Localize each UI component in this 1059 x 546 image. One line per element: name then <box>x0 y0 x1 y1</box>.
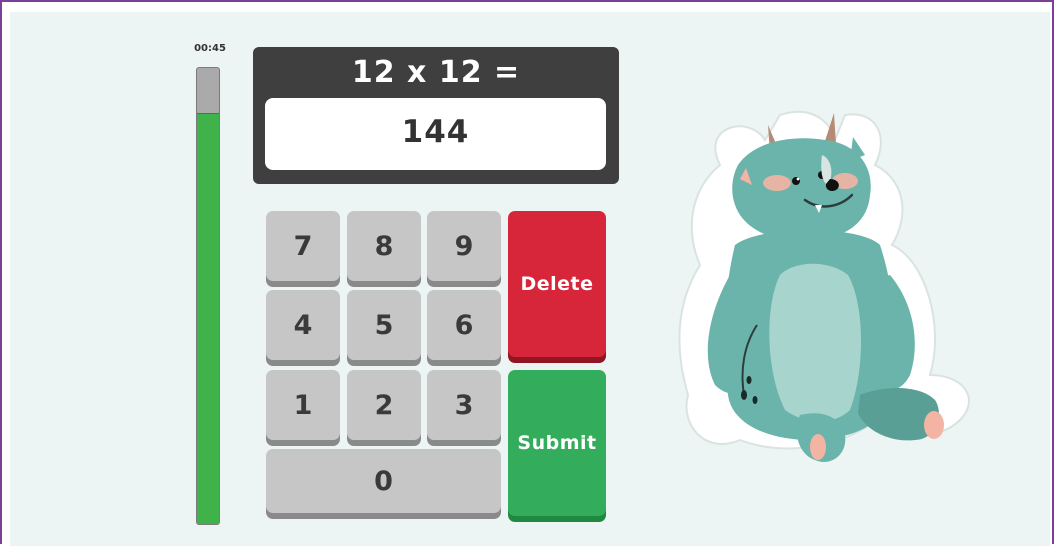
key-9[interactable]: 9 <box>427 211 501 281</box>
key-0[interactable]: 0 <box>266 449 501 513</box>
key-5[interactable]: 5 <box>347 290 421 360</box>
key-2[interactable]: 2 <box>347 370 421 440</box>
question-panel: 12 x 12 = 144 <box>253 47 619 184</box>
key-3[interactable]: 3 <box>427 370 501 440</box>
key-1[interactable]: 1 <box>266 370 340 440</box>
timer-bar-fill <box>197 112 219 524</box>
timer-label: 00:45 <box>194 43 226 54</box>
key-4[interactable]: 4 <box>266 290 340 360</box>
monster-mascot-icon <box>678 110 970 463</box>
key-6[interactable]: 6 <box>427 290 501 360</box>
key-8[interactable]: 8 <box>347 211 421 281</box>
answer-value: 144 <box>401 114 470 150</box>
delete-button[interactable]: Delete <box>508 211 606 357</box>
timer-bar <box>196 67 220 525</box>
submit-button[interactable]: Submit <box>508 370 606 516</box>
question-text: 12 x 12 = <box>351 55 521 90</box>
key-7[interactable]: 7 <box>266 211 340 281</box>
answer-field[interactable]: 144 <box>265 98 606 170</box>
